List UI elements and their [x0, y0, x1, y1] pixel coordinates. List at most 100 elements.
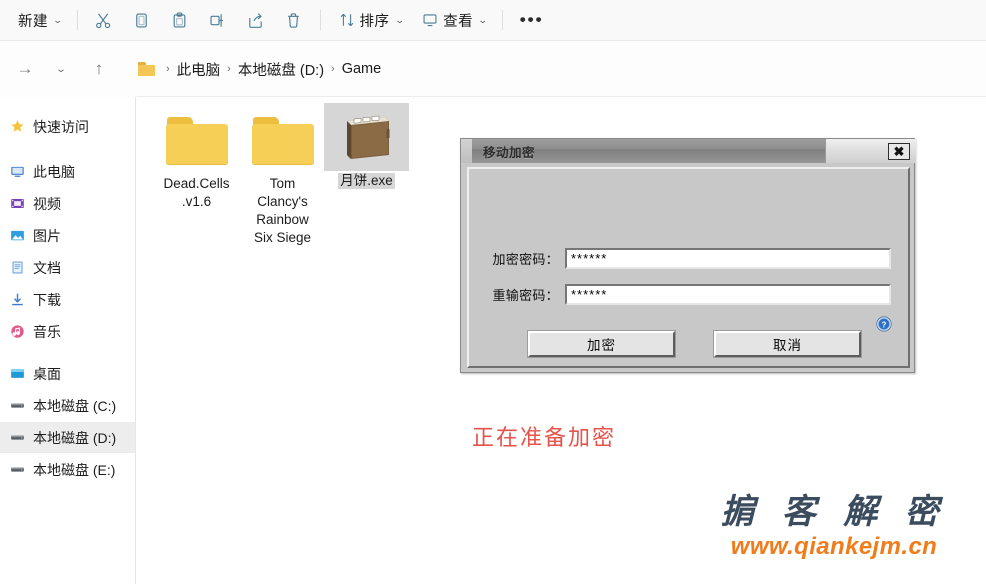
exe-thumbnail: [324, 103, 409, 171]
window-controls: ✖: [825, 139, 916, 163]
rename-icon: [207, 9, 229, 31]
sidebar-label: 下载: [33, 291, 61, 308]
downloads-icon: [8, 291, 26, 309]
encrypt-dialog: 移动加密 ✖ 加密密码： ****** 重输密码： ****** ? 加密 取消: [460, 138, 916, 373]
sidebar-item-pictures[interactable]: 图片: [0, 220, 135, 251]
svg-text:?: ?: [882, 320, 887, 329]
folder-icon: [138, 62, 155, 76]
cut-icon: [93, 9, 115, 31]
confirm-password-input[interactable]: ******: [565, 284, 891, 305]
navigation-pane: 快速访问 此电脑 视频 图片 文档 下载 音乐 桌面 本地磁盘 (C:) 本地磁…: [0, 97, 136, 584]
file-item-yuebing-exe[interactable]: 月饼.exe: [324, 103, 409, 189]
ellipsis-icon: •••: [519, 10, 544, 29]
sidebar-item-this-pc[interactable]: 此电脑: [0, 156, 135, 187]
sidebar-label: 文档: [33, 259, 61, 276]
breadcrumb-separator: ›: [166, 63, 170, 75]
sidebar-label: 本地磁盘 (E:): [33, 461, 116, 478]
sidebar-label: 快速访问: [33, 118, 89, 135]
drive-icon: [8, 429, 26, 447]
folder-thumbnail: [154, 106, 239, 174]
view-button-label: 查看: [443, 13, 474, 30]
command-bar: 新建 ⌄ 排序 ⌄ 查看 ⌄ •••: [0, 0, 986, 40]
sidebar-label: 音乐: [33, 323, 61, 340]
file-name-line: 月饼.exe: [338, 173, 395, 189]
sidebar-item-desktop[interactable]: 桌面: [0, 358, 135, 389]
sidebar-label: 视频: [33, 195, 61, 212]
documents-icon: [8, 259, 26, 277]
view-button[interactable]: 查看 ⌄: [411, 5, 495, 35]
dialog-title-bar[interactable]: 移动加密 ✖: [461, 139, 916, 163]
forward-button[interactable]: →: [10, 54, 40, 84]
chevron-down-icon: ⌄: [477, 14, 488, 25]
paste-button[interactable]: [161, 5, 199, 35]
archive-icon: [346, 115, 389, 159]
title-bar-left-stub: [461, 139, 472, 163]
rename-button[interactable]: [199, 5, 237, 35]
cut-button[interactable]: [85, 5, 123, 35]
paste-icon: [169, 9, 191, 31]
breadcrumb[interactable]: › 此电脑 › 本地磁盘 (D:) › Game: [130, 54, 389, 84]
drive-icon: [8, 461, 26, 479]
password-label: 加密密码：: [492, 252, 559, 267]
file-explorer-window: 新建 ⌄ 排序 ⌄ 查看 ⌄ ••• → ⌄ ↑ › 此电脑 › 本地磁盘 (D…: [0, 0, 986, 584]
pc-icon: [8, 163, 26, 181]
breadcrumb-separator: ›: [331, 63, 335, 75]
confirm-password-label: 重输密码：: [492, 288, 559, 303]
sidebar-label: 桌面: [33, 365, 61, 382]
folder-icon: [251, 117, 314, 165]
encrypt-button[interactable]: 加密: [528, 331, 675, 357]
encrypt-button-label: 加密: [587, 338, 616, 353]
help-icon[interactable]: ?: [876, 316, 892, 332]
sidebar-label: 图片: [33, 227, 61, 244]
video-icon: [8, 195, 26, 213]
cancel-button[interactable]: 取消: [714, 331, 861, 357]
drive-icon: [8, 397, 26, 415]
close-icon[interactable]: ✖: [888, 142, 910, 160]
star-icon: [8, 118, 26, 136]
music-icon: [8, 323, 26, 341]
file-name-line: Clancy's: [257, 194, 308, 209]
breadcrumb-item-drive-d[interactable]: 本地磁盘 (D:): [238, 59, 324, 80]
breadcrumb-separator: ›: [227, 63, 231, 75]
pictures-icon: [8, 227, 26, 245]
file-name-line: .v1.6: [181, 194, 212, 209]
sidebar-item-drive-e[interactable]: 本地磁盘 (E:): [0, 454, 135, 485]
password-row: 加密密码： ******: [481, 248, 891, 269]
delete-button[interactable]: [275, 5, 313, 35]
share-button[interactable]: [237, 5, 275, 35]
up-button[interactable]: ↑: [84, 54, 114, 84]
folder-thumbnail: [240, 106, 325, 174]
sidebar-item-videos[interactable]: 视频: [0, 188, 135, 219]
sort-button[interactable]: 排序 ⌄: [328, 5, 412, 35]
sidebar-item-drive-c[interactable]: 本地磁盘 (C:): [0, 390, 135, 421]
sidebar-item-downloads[interactable]: 下载: [0, 284, 135, 315]
toolbar-divider-2: [319, 10, 321, 30]
file-item-rainbow-six[interactable]: Tom Clancy's Rainbow Six Siege: [240, 106, 325, 246]
sidebar-label: 本地磁盘 (D:): [33, 429, 117, 446]
sidebar-label: 此电脑: [33, 163, 75, 180]
sidebar-item-drive-d[interactable]: 本地磁盘 (D:): [0, 422, 135, 453]
copy-button[interactable]: [123, 5, 161, 35]
file-item-dead-cells[interactable]: Dead.Cells .v1.6: [154, 106, 239, 210]
sidebar-item-documents[interactable]: 文档: [0, 252, 135, 283]
toolbar-divider-3: [501, 10, 503, 30]
confirm-password-row: 重输密码： ******: [481, 284, 891, 305]
sidebar-item-quick-access[interactable]: 快速访问: [0, 111, 135, 142]
more-options-button[interactable]: •••: [510, 5, 554, 35]
watermark: 掮 客 解 密 www.qiankejm.cn: [688, 492, 980, 561]
breadcrumb-item-game[interactable]: Game: [342, 61, 382, 77]
recent-locations-button[interactable]: ⌄: [41, 54, 82, 84]
cancel-button-label: 取消: [773, 338, 802, 353]
breadcrumb-item-this-pc[interactable]: 此电脑: [177, 59, 221, 80]
status-message: 正在准备加密: [472, 425, 617, 450]
new-button[interactable]: 新建 ⌄: [8, 5, 70, 35]
password-input[interactable]: ******: [565, 248, 891, 269]
sidebar-item-music[interactable]: 音乐: [0, 316, 135, 347]
share-icon: [245, 9, 267, 31]
new-button-label: 新建: [18, 13, 48, 30]
chevron-down-icon: ⌄: [394, 14, 405, 25]
folder-icon: [165, 117, 228, 165]
copy-icon: [131, 9, 153, 31]
watermark-url: www.qiankejm.cn: [730, 533, 938, 560]
view-icon: [419, 9, 441, 31]
